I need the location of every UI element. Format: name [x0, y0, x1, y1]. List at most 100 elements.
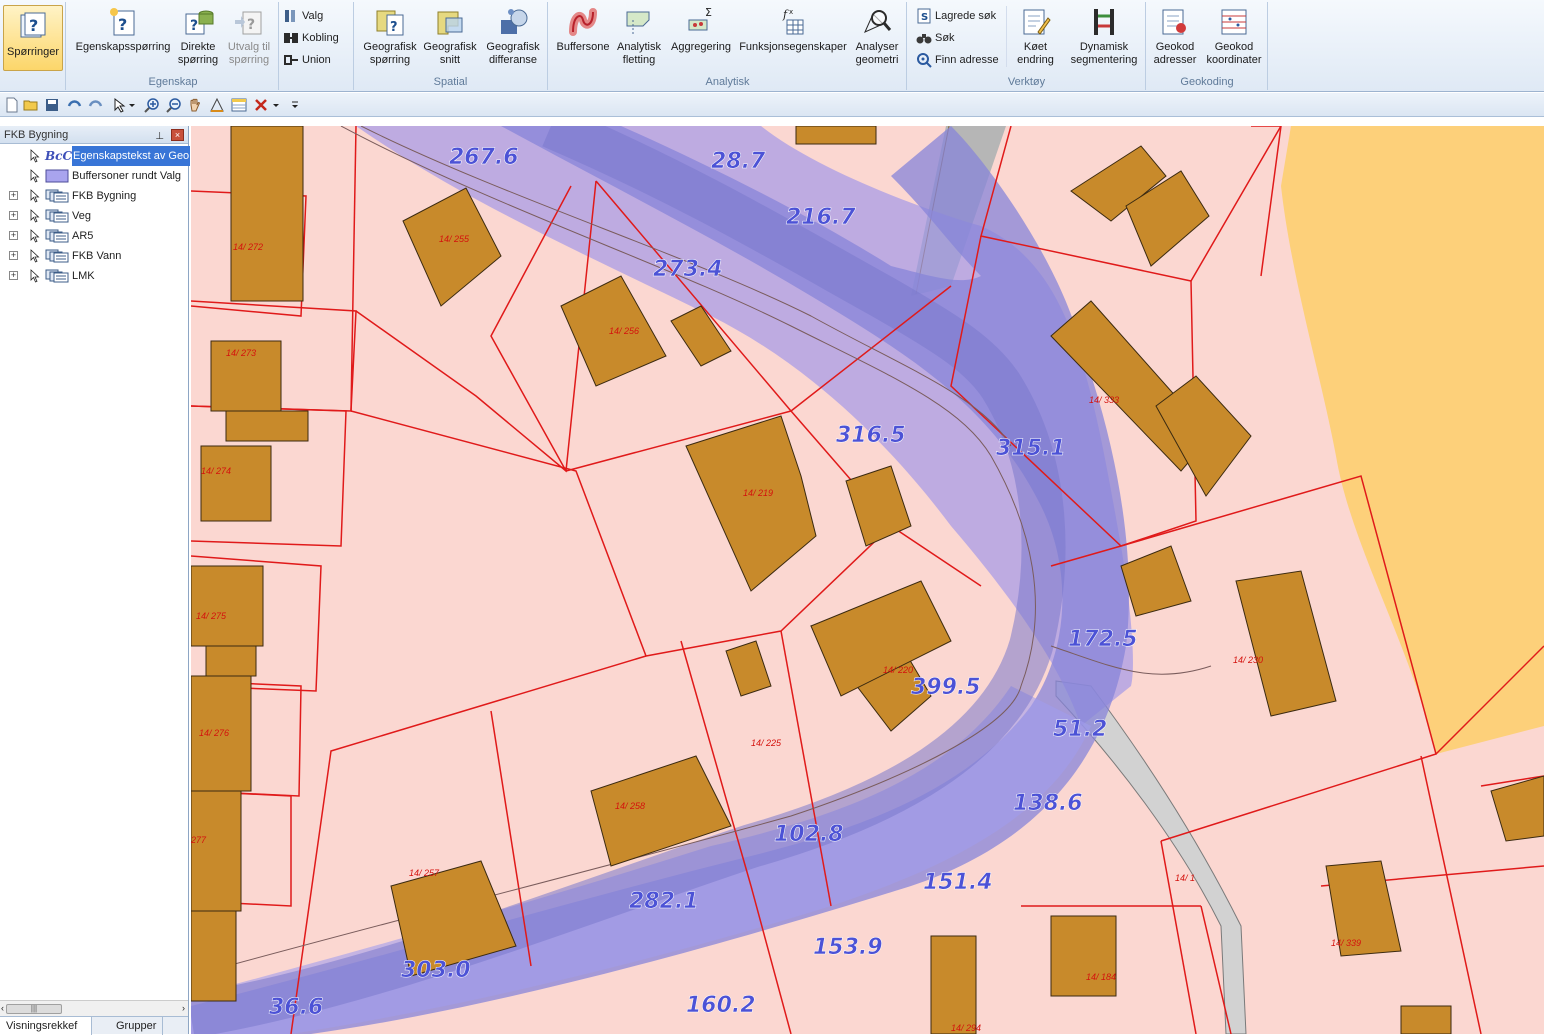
customize-toolbar-icon[interactable]	[290, 97, 300, 113]
analytic-merge-button[interactable]: Analytisk fletting	[613, 6, 665, 67]
expand-icon[interactable]: +	[9, 211, 18, 220]
dynamic-segmentation-button[interactable]: Dynamisk segmentering	[1064, 6, 1144, 67]
svg-text:?: ?	[190, 18, 198, 34]
layer-name[interactable]: FKB Bygning	[72, 186, 136, 206]
saved-search-button[interactable]: S Lagrede søk	[916, 6, 996, 26]
layer-row[interactable]: + FKB Vann	[0, 246, 188, 266]
function-properties-button[interactable]: f x Funksjonsegenskaper	[735, 6, 851, 54]
binoculars-icon	[916, 34, 932, 44]
layer-name[interactable]: Veg	[72, 206, 91, 226]
select-arrow-icon[interactable]	[112, 97, 128, 113]
selection-to-query-label-2: spørring	[228, 54, 270, 66]
layer-row[interactable]: Buffersoner rundt Valg	[0, 166, 188, 186]
geographic-intersect-button[interactable]: Geografisk snitt	[420, 6, 480, 67]
join-icon	[284, 33, 298, 44]
layer-row[interactable]: + AR5	[0, 226, 188, 246]
layer-row[interactable]: + Veg	[0, 206, 188, 226]
redo-icon[interactable]	[88, 97, 104, 113]
tab-display-order[interactable]: Visningsrekkef	[0, 1017, 92, 1035]
horizontal-scrollbar[interactable]: ‹ ||| ›	[0, 1000, 188, 1016]
join-button[interactable]: Kobling	[283, 28, 339, 48]
quick-access-toolbar	[0, 93, 1544, 117]
attribute-table-icon[interactable]	[231, 97, 247, 113]
save-icon[interactable]	[44, 97, 60, 113]
scroll-right-icon[interactable]: ›	[182, 1003, 185, 1013]
delete-dropdown-icon[interactable]	[272, 97, 280, 113]
selectable-cursor-icon[interactable]	[30, 149, 40, 163]
selection-to-query-button[interactable]: ? Utvalg til spørring	[223, 6, 275, 67]
zoom-out-icon[interactable]	[166, 97, 182, 113]
map-svg[interactable]: 267.6 28.7 216.7 273.4 316.5 315.1 172.5 399.5 5…	[191, 126, 1544, 1034]
zoom-in-icon[interactable]	[144, 97, 160, 113]
dynamic-segmentation-label-1: Dynamisk	[1079, 41, 1129, 53]
distance-label: 138.6	[1013, 791, 1083, 816]
tab-groups[interactable]: Grupper	[110, 1017, 164, 1035]
geocode-addresses-button[interactable]: Geokod adresser	[1149, 6, 1201, 67]
buffer-zone-label: Buffersone	[556, 41, 610, 53]
parcel-label: 14/ 255	[439, 234, 470, 244]
union-icon	[284, 55, 298, 66]
parcel-label: 14/ 339	[1331, 938, 1361, 948]
expand-icon[interactable]: +	[9, 251, 18, 260]
layer-row[interactable]: BcC Egenskapstekst av Geo	[0, 146, 191, 166]
selectable-cursor-icon[interactable]	[30, 209, 40, 223]
select-dropdown-icon[interactable]	[128, 97, 136, 113]
buffer-zone-button[interactable]: Buffersone	[553, 6, 613, 54]
layer-name[interactable]: AR5	[72, 226, 93, 246]
expand-icon[interactable]: +	[9, 191, 18, 200]
selectable-cursor-icon[interactable]	[30, 229, 40, 243]
map-canvas[interactable]: 267.6 28.7 216.7 273.4 316.5 315.1 172.5 399.5 5…	[191, 126, 1544, 1034]
selectable-cursor-icon[interactable]	[30, 169, 40, 183]
geographic-difference-button[interactable]: Geografisk differanse	[482, 6, 544, 67]
aggregation-label: Aggregering	[671, 41, 731, 53]
property-query-button[interactable]: ? Egenskapsspørring	[71, 6, 175, 54]
pan-hand-icon[interactable]	[187, 97, 203, 113]
layer-name[interactable]: LMK	[72, 266, 95, 286]
new-document-icon[interactable]	[4, 97, 20, 113]
close-panel-icon[interactable]: ×	[171, 129, 184, 141]
ribbon-group-geokoding: Geokod adresser Geokod koordinater Geoko…	[1147, 2, 1268, 90]
queries-button[interactable]: ? Spørringer	[3, 5, 63, 71]
ribbon: ? Spørringer ? Egenskapsspørring ? Direk…	[0, 0, 1544, 92]
geocode-coordinates-icon	[1221, 9, 1247, 35]
selectable-cursor-icon[interactable]	[30, 249, 40, 263]
analytic-merge-icon	[626, 11, 650, 34]
distance-label: 216.7	[786, 205, 856, 230]
geocode-coordinates-label-1: Geokod	[1214, 41, 1254, 53]
scroll-left-icon[interactable]: ‹	[1, 1003, 4, 1013]
layer-name[interactable]: Buffersoner rundt Valg	[72, 166, 181, 186]
svg-text:?: ?	[118, 15, 127, 34]
find-address-button[interactable]: Finn adresse	[916, 50, 999, 70]
undo-icon[interactable]	[66, 97, 82, 113]
open-folder-icon[interactable]	[23, 97, 39, 113]
parcel-label: 14/ 220	[883, 665, 913, 675]
analyze-geometry-button[interactable]: Analyser geometri	[851, 6, 903, 67]
union-button[interactable]: Union	[283, 50, 331, 70]
layer-row[interactable]: + FKB Bygning	[0, 186, 188, 206]
measure-icon[interactable]	[209, 97, 225, 113]
ribbon-group-queries: ? Spørringer	[0, 2, 66, 90]
layer-name[interactable]: FKB Vann	[72, 246, 121, 266]
expand-icon[interactable]: +	[9, 271, 18, 280]
scrollbar-thumb[interactable]: |||	[6, 1004, 62, 1014]
layer-name[interactable]: Egenskapstekst av Geo	[72, 146, 191, 166]
selection-button[interactable]: Valg	[283, 6, 323, 26]
selectable-cursor-icon[interactable]	[30, 269, 40, 283]
expand-icon[interactable]: +	[9, 231, 18, 240]
pin-icon[interactable]: ⊥	[155, 128, 164, 146]
ribbon-group-analytisk: Buffersone Analytisk fletting Σ Aggreger…	[549, 2, 907, 90]
queued-edit-label-1: Køet	[1023, 41, 1048, 53]
direct-query-button[interactable]: ? Direkte spørring	[175, 6, 221, 67]
property-query-label: Egenskapsspørring	[75, 41, 171, 53]
geographic-query-button[interactable]: ? Geografisk spørring	[360, 6, 420, 67]
queued-edit-button[interactable]: Køet endring	[1006, 6, 1064, 67]
delete-icon[interactable]	[253, 97, 269, 113]
layer-row[interactable]: + LMK	[0, 266, 188, 286]
selectable-cursor-icon[interactable]	[30, 189, 40, 203]
distance-label: 282.1	[629, 889, 699, 914]
aggregation-button[interactable]: Σ Aggregering	[665, 6, 737, 54]
geocode-coordinates-button[interactable]: Geokod koordinater	[1203, 6, 1265, 67]
search-button[interactable]: Søk	[916, 28, 955, 48]
group-layer-icon	[45, 229, 69, 243]
geographic-difference-icon	[501, 9, 528, 34]
